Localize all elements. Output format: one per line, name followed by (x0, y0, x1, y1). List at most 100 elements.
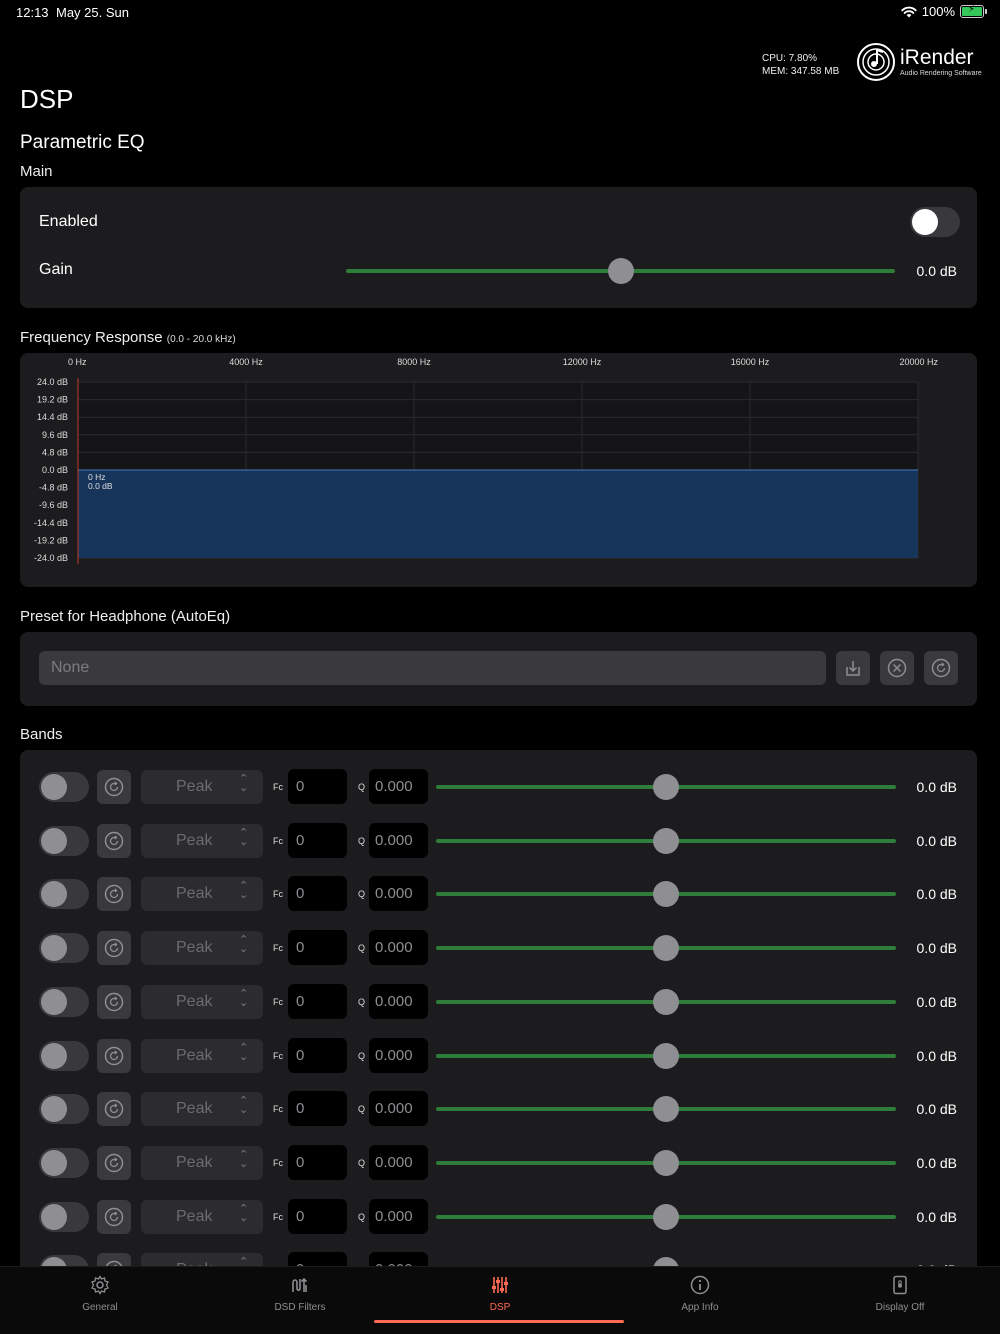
q-label: Q (358, 1157, 366, 1168)
band-type-value: Peak (176, 885, 213, 903)
slider-thumb[interactable] (653, 1042, 679, 1069)
band-enable-toggle[interactable] (39, 986, 89, 1017)
band-fc-input[interactable]: 0 (288, 1198, 347, 1234)
slider-thumb[interactable] (653, 881, 679, 908)
slider-thumb[interactable] (653, 988, 679, 1015)
band-type-select[interactable]: Peak ⌃⌄ (141, 1092, 263, 1127)
dsd-filters-icon (292, 1277, 308, 1292)
band-gain-slider[interactable] (436, 827, 896, 855)
band-enable-toggle[interactable] (39, 1040, 89, 1071)
enabled-toggle[interactable] (910, 207, 960, 237)
band-enable-toggle[interactable] (39, 1255, 89, 1266)
band-gain-slider[interactable] (436, 1042, 896, 1070)
band-gain-slider[interactable] (436, 880, 896, 908)
band-enable-toggle[interactable] (39, 772, 89, 802)
slider-thumb[interactable] (653, 1257, 679, 1266)
band-type-select[interactable]: Peak ⌃⌄ (141, 1145, 263, 1180)
band-fc-input[interactable]: 0 (288, 1037, 347, 1073)
band-type-select[interactable]: Peak ⌃⌄ (141, 1253, 263, 1266)
slider-thumb[interactable] (653, 1203, 679, 1230)
band-enable-toggle[interactable] (39, 825, 89, 856)
band-reset-button[interactable] (97, 984, 131, 1019)
band-q-input[interactable]: 0.000 (369, 1037, 428, 1073)
reset-icon (104, 1099, 124, 1119)
reset-icon (104, 831, 124, 850)
slider-thumb[interactable] (653, 935, 679, 962)
band-reset-button[interactable] (97, 1199, 131, 1234)
band-row: Peak ⌃⌄ Fc 0 Q 0.000 0.0 dB (20, 1141, 977, 1191)
x-tick-label: 0 Hz (68, 357, 87, 367)
slider-thumb[interactable] (653, 1096, 679, 1123)
band-q-input[interactable]: 0.000 (369, 983, 428, 1019)
band-gain-slider[interactable] (436, 1256, 896, 1266)
slider-thumb[interactable] (607, 258, 634, 284)
band-fc-input[interactable]: 0 (288, 1091, 347, 1127)
band-fc-input[interactable]: 0 (288, 822, 347, 858)
band-reset-button[interactable] (97, 1038, 131, 1073)
band-gain-slider[interactable] (436, 1149, 896, 1177)
band-gain-slider[interactable] (436, 773, 896, 801)
band-gain-slider[interactable] (436, 1203, 896, 1231)
band-reset-button[interactable] (97, 770, 131, 804)
band-type-value: Peak (176, 831, 213, 849)
band-q-input[interactable]: 0.000 (369, 1252, 428, 1266)
preset-clear-button[interactable] (880, 651, 914, 685)
y-tick-label: -19.2 dB (34, 535, 68, 545)
frequency-response-chart[interactable]: 0 Hz 4000 Hz 8000 Hz 12000 Hz 16000 Hz 20000 … (20, 353, 977, 587)
gain-slider[interactable] (346, 257, 895, 285)
band-type-select[interactable]: Peak ⌃⌄ (141, 1038, 263, 1073)
band-type-select[interactable]: Peak ⌃⌄ (141, 823, 263, 858)
slider-thumb[interactable] (653, 1149, 679, 1176)
band-enable-toggle[interactable] (39, 933, 89, 964)
band-gain-value: 0.0 dB (916, 1047, 957, 1064)
band-reset-button[interactable] (97, 823, 131, 858)
band-type-value: Peak (176, 1046, 213, 1064)
band-reset-button[interactable] (97, 1145, 131, 1180)
band-q-input[interactable]: 0.000 (369, 930, 428, 966)
tab-dsd-filters[interactable]: DSD Filters (200, 1267, 400, 1334)
reset-icon (931, 658, 951, 678)
bands-label: Bands (20, 726, 63, 743)
band-q-input[interactable]: 0.000 (369, 1091, 428, 1127)
band-gain-slider[interactable] (436, 988, 896, 1016)
band-type-select[interactable]: Peak ⌃⌄ (141, 984, 263, 1019)
band-reset-button[interactable] (97, 1092, 131, 1127)
band-enable-toggle[interactable] (39, 1147, 89, 1178)
tab-app-info[interactable]: App Info (600, 1267, 800, 1334)
tab-label: DSP (489, 1302, 511, 1313)
band-enable-toggle[interactable] (39, 1094, 89, 1125)
band-gain-slider[interactable] (436, 1095, 896, 1123)
preset-download-button[interactable] (836, 651, 870, 685)
band-reset-button[interactable] (97, 1253, 131, 1266)
band-q-input[interactable]: 0.000 (369, 1144, 428, 1180)
band-type-select[interactable]: Peak ⌃⌄ (141, 877, 263, 912)
toggle-knob (41, 988, 67, 1015)
band-reset-button[interactable] (97, 931, 131, 966)
band-fc-input[interactable]: 0 (288, 876, 347, 912)
band-enable-toggle[interactable] (39, 879, 89, 910)
battery-icon: ⚡ (960, 4, 987, 18)
band-type-select[interactable]: Peak ⌃⌄ (141, 1199, 263, 1234)
band-fc-input[interactable]: 0 (288, 1144, 347, 1180)
band-fc-input[interactable]: 0 (288, 930, 347, 966)
slider-thumb[interactable] (653, 774, 679, 800)
band-q-input[interactable]: 0.000 (369, 822, 428, 858)
preset-reset-button[interactable] (924, 651, 958, 685)
band-fc-input[interactable]: 0 (288, 1252, 347, 1266)
tab-general[interactable]: General (0, 1267, 200, 1334)
tab-display-off[interactable]: Display Off (800, 1267, 1000, 1334)
band-q-input[interactable]: 0.000 (369, 1198, 428, 1234)
band-fc-input[interactable]: 0 (288, 769, 347, 804)
band-type-select[interactable]: Peak ⌃⌄ (141, 931, 263, 966)
band-type-select[interactable]: Peak ⌃⌄ (141, 770, 263, 804)
band-q-input[interactable]: 0.000 (369, 876, 428, 912)
band-q-input[interactable]: 0.000 (369, 769, 428, 804)
tab-dsp[interactable]: DSP (400, 1267, 600, 1334)
slider-thumb[interactable] (653, 827, 679, 854)
band-fc-input[interactable]: 0 (288, 983, 347, 1019)
band-enable-toggle[interactable] (39, 1201, 89, 1232)
preset-select-field[interactable]: None (39, 651, 826, 685)
band-gain-slider[interactable] (436, 934, 896, 962)
band-reset-button[interactable] (97, 877, 131, 912)
frequency-response-label: Frequency Response (0.0 - 20.0 kHz) (20, 329, 236, 346)
